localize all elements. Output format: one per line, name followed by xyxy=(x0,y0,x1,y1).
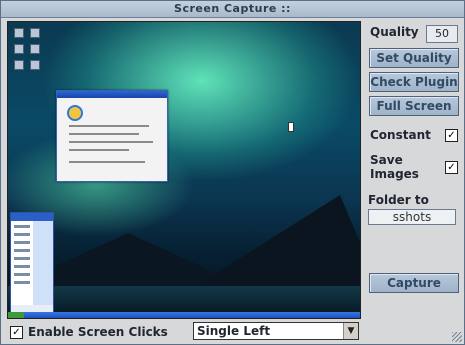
enable-clicks-label: Enable Screen Clicks xyxy=(28,325,168,339)
enable-clicks-checkbox[interactable]: ✓ xyxy=(10,326,23,339)
constant-label: Constant xyxy=(370,128,431,142)
desktop-icon xyxy=(30,60,40,70)
preview-text-line xyxy=(69,161,145,163)
desktop-icon xyxy=(14,60,24,70)
window-title: Screen Capture :: xyxy=(1,1,464,18)
capture-button[interactable]: Capture xyxy=(369,273,459,293)
preview-text-line xyxy=(69,133,139,135)
screenshot-preview[interactable] xyxy=(7,21,361,319)
check-icon: ✓ xyxy=(447,162,456,173)
start-menu-item xyxy=(14,273,30,276)
check-plugin-button[interactable]: Check Plugin xyxy=(369,72,459,92)
desktop-icon xyxy=(30,28,40,38)
quality-label: Quality xyxy=(370,25,419,39)
start-menu-item xyxy=(14,281,30,284)
desktop-icon xyxy=(14,28,24,38)
preview-start-menu xyxy=(10,212,54,314)
click-mode-value: Single Left xyxy=(197,324,271,338)
quality-value[interactable]: 50 xyxy=(426,25,458,43)
start-menu-item xyxy=(14,249,30,252)
save-images-label: Save Images xyxy=(370,153,419,181)
start-button-icon xyxy=(8,312,24,318)
save-images-checkbox[interactable]: ✓ xyxy=(445,161,458,174)
folder-input[interactable] xyxy=(368,209,456,225)
check-icon: ✓ xyxy=(12,327,21,338)
preview-taskbar xyxy=(8,312,360,318)
start-menu-item xyxy=(14,257,30,260)
desktop-icon xyxy=(14,44,24,54)
start-menu-item xyxy=(14,265,30,268)
start-menu-right-pane xyxy=(33,221,53,305)
constant-checkbox[interactable]: ✓ xyxy=(445,129,458,142)
start-menu-header xyxy=(11,213,53,221)
start-menu-item xyxy=(14,225,30,228)
preview-text-line xyxy=(69,125,149,127)
set-quality-button[interactable]: Set Quality xyxy=(369,48,459,68)
check-icon: ✓ xyxy=(447,130,456,141)
preview-text-line xyxy=(69,141,153,143)
start-menu-item xyxy=(14,233,30,236)
cursor-icon xyxy=(288,122,294,132)
preview-dialog-titlebar xyxy=(57,91,167,98)
preview-mountain-right xyxy=(190,195,360,290)
start-menu-left-pane xyxy=(11,221,33,305)
preview-text-line xyxy=(69,149,129,151)
desktop-icon xyxy=(30,44,40,54)
full-screen-button[interactable]: Full Screen xyxy=(369,96,459,116)
resize-grip-icon[interactable] xyxy=(452,332,462,342)
start-menu-item xyxy=(14,241,30,244)
browser-logo-icon xyxy=(67,105,83,121)
chevron-down-icon[interactable]: ▼ xyxy=(343,323,358,339)
preview-dialog-window xyxy=(56,90,168,182)
click-mode-select[interactable]: Single Left ▼ xyxy=(193,322,359,340)
screen-capture-window: Screen Capture :: Quality 50 Set Quality… xyxy=(0,0,465,345)
